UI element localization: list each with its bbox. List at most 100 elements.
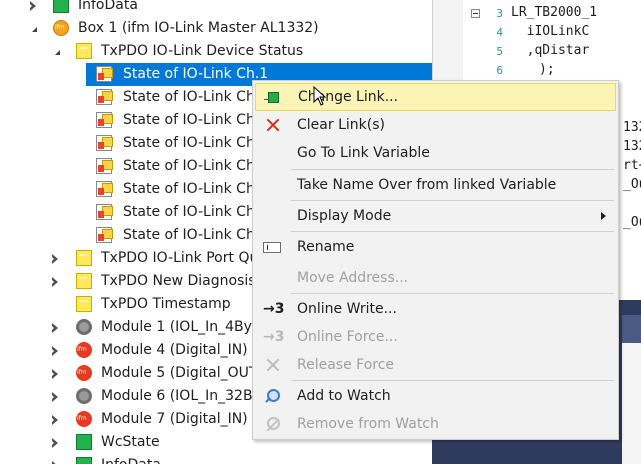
code-fragment: _Ou [623,215,641,230]
expand-arrow-icon[interactable] [50,253,60,265]
tree-item-txpdo-device-status[interactable]: TxPDO IO-Link Device Status [0,40,432,63]
green-block-icon [76,434,92,450]
state-variable-icon [96,158,113,174]
expand-arrow-icon[interactable] [50,414,60,426]
yellow-folder-icon [76,43,92,59]
fold-toggle-icon[interactable] [471,9,480,18]
panel-tab-strip[interactable] [622,315,641,343]
expand-arrow-icon[interactable] [50,345,60,357]
tree-item-label: InfoData [101,454,161,464]
line-number: 3 [496,7,503,20]
menu-separator [291,380,614,381]
tree-item-box1[interactable]: Box 1 (ifm IO-Link Master AL1332) [0,17,432,40]
menu-item-take-name-over[interactable]: Take Name Over from linked Variable [255,171,616,199]
ifm-module-icon [76,411,92,427]
code-line: ); [539,62,555,77]
expand-arrow-icon[interactable] [50,322,60,334]
menu-item-display-mode[interactable]: Display Mode [255,202,616,230]
menu-item-label: Remove from Watch [297,416,439,432]
tree-item-label: Module 5 (Digital_OUT [101,365,258,381]
tree-item-label: State of IO-Link Ch. [123,158,260,174]
tree-item-label: Module 4 (Digital_IN) [101,342,248,358]
tree-item-label: WcState [101,434,160,450]
menu-separator [291,231,614,232]
menu-item-online-write[interactable]: →3 Online Write... [255,295,616,323]
context-menu[interactable]: Change Link... Clear Link(s) Go To Link … [252,80,619,440]
expand-arrow-icon[interactable] [50,368,60,380]
code-fragment: rt+ [623,158,641,173]
release-force-icon [263,357,281,373]
state-variable-icon [96,89,113,105]
tree-item-label: State of IO-Link Ch.1 [123,66,269,82]
menu-item-label: Add to Watch [297,388,391,404]
menu-item-remove-from-watch: Remove from Watch [255,410,616,438]
tree-item-label: State of IO-Link Ch. [123,135,260,151]
tree-item-label: State of IO-Link Ch. [123,227,260,243]
green-block-icon [76,457,92,464]
state-variable-icon [96,204,113,220]
tree-item-label: Module 1 (IOL_In_4Byte [101,319,267,335]
tree-item-label: TxPDO Timestamp [101,296,231,312]
code-fragment: 132 [623,120,641,135]
menu-item-change-link[interactable]: Change Link... [255,83,616,111]
expand-arrow-icon[interactable] [50,437,60,449]
expand-arrow-icon[interactable] [28,0,38,12]
menu-item-label: Display Mode [297,208,392,224]
menu-separator [291,169,614,170]
collapse-arrow-icon[interactable] [30,23,40,35]
tree-item-label: State of IO-Link Ch. [123,204,260,220]
expand-arrow-icon[interactable] [50,391,60,403]
box-device-icon [53,20,69,36]
change-link-icon [264,92,279,103]
rename-icon [263,242,281,253]
code-fragment: 132 [623,139,641,154]
expand-arrow-icon[interactable] [50,460,60,464]
clear-link-icon [263,117,281,133]
menu-item-label: Rename [297,239,355,255]
tree-item-label: TxPDO IO-Link Port Qua [101,250,267,266]
remove-watch-icon [263,416,281,432]
tree-item-label: State of IO-Link Ch. [123,112,260,128]
line-number: 4 [496,26,503,39]
expand-arrow-icon[interactable] [50,276,60,288]
online-write-icon: →3 [263,301,285,317]
add-watch-icon [263,388,281,404]
menu-item-label: Online Force... [297,329,398,345]
tree-item-label: Box 1 (ifm IO-Link Master AL1332) [78,20,319,36]
state-variable-icon [96,227,113,243]
gear-module-icon [76,388,92,404]
tree-item-infodata[interactable]: InfoData [0,0,432,17]
state-variable-icon [96,135,113,151]
tree-item-label: State of IO-Link Ch. [123,89,260,105]
online-force-icon: →3 [263,329,285,345]
tree-item-label: TxPDO New Diagnosis [101,273,256,289]
yellow-folder-icon [76,250,92,266]
menu-item-goto-link-variable[interactable]: Go To Link Variable [255,139,616,167]
code-line: ,qDistar [511,43,590,58]
menu-item-add-to-watch[interactable]: Add to Watch [255,382,616,410]
collapse-arrow-icon[interactable] [53,46,63,58]
gear-module-icon [76,319,92,335]
green-block-icon [53,0,69,13]
mouse-cursor-icon [313,86,327,106]
menu-item-label: Release Force [297,357,395,373]
code-line: iIOLinkC [511,24,590,39]
menu-item-rename[interactable]: Rename [255,233,616,261]
menu-item-label: Take Name Over from linked Variable [297,177,557,193]
menu-item-label: Clear Link(s) [297,117,385,133]
menu-separator [291,200,614,201]
menu-item-clear-links[interactable]: Clear Link(s) [255,111,616,139]
yellow-folder-icon [76,273,92,289]
menu-item-release-force: Release Force [255,351,616,379]
code-line: LR_TB2000_1 [511,5,598,20]
tree-item-label: State of IO-Link Ch. [123,181,260,197]
tree-item-label: Module 7 (Digital_IN) [101,411,248,427]
yellow-folder-icon [76,296,92,312]
menu-item-online-force: →3 Online Force... [255,323,616,351]
state-variable-icon [96,66,113,82]
menu-item-label: Online Write... [297,301,397,317]
tree-item-infodata-2[interactable]: InfoData [0,454,432,464]
line-number: 5 [496,45,503,58]
menu-item-label: Move Address... [297,270,409,286]
state-variable-icon [96,112,113,128]
